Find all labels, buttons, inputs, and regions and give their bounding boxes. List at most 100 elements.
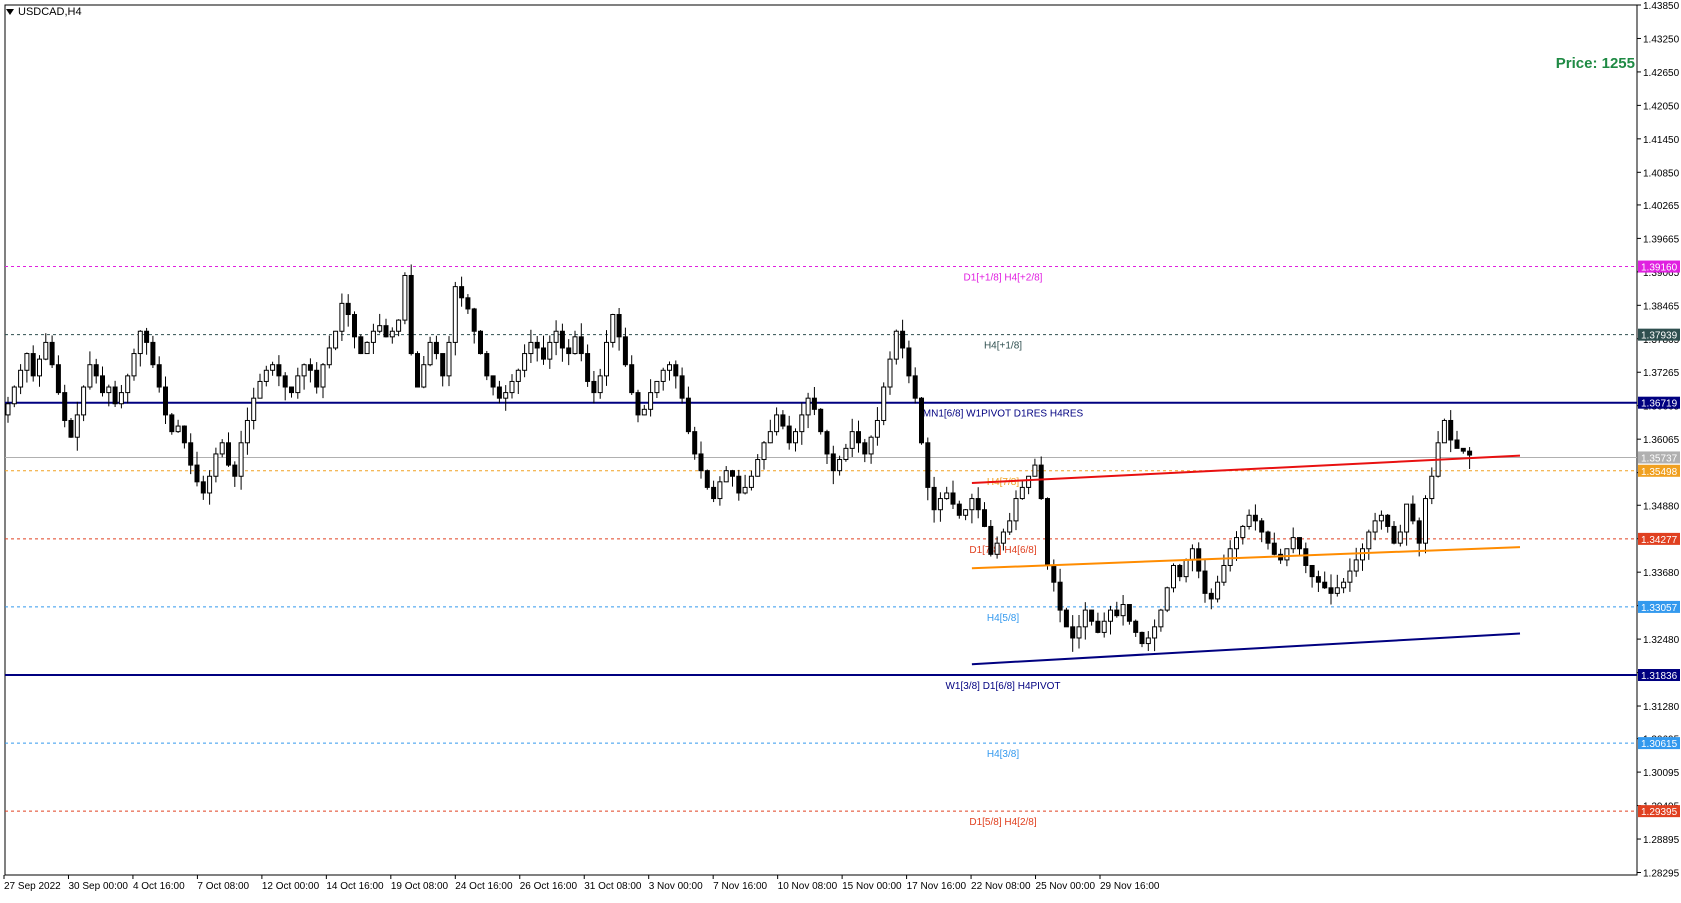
candle	[629, 355, 635, 395]
candle-body	[1265, 531, 1271, 544]
candle	[799, 402, 805, 445]
candle-body	[1108, 609, 1113, 622]
candle-body	[402, 274, 408, 321]
candle-body	[112, 386, 118, 405]
candle-body	[541, 347, 546, 360]
candle-body	[711, 486, 717, 500]
candlestick-chart: D1[+1/8] H4[+2/8] H4[+1/8] MN1[6/8] W1PIVO…	[0, 0, 1681, 898]
candle-body	[1234, 537, 1239, 550]
candle	[578, 323, 584, 362]
candle-body	[1076, 626, 1082, 639]
candle	[660, 367, 666, 391]
candle	[541, 335, 546, 365]
candle-body	[263, 369, 269, 382]
candle-body	[93, 364, 99, 377]
candle-body	[1353, 559, 1359, 572]
candle-body	[597, 375, 603, 394]
candle	[112, 380, 118, 407]
candle	[427, 336, 433, 367]
candle	[408, 264, 414, 356]
x-tick-label: 7 Oct 08:00	[197, 881, 249, 892]
candle-body	[1341, 581, 1347, 589]
candle-body	[950, 492, 956, 505]
candle-body	[1404, 503, 1410, 533]
candle	[1265, 530, 1271, 550]
candle-body	[1378, 514, 1384, 522]
candle	[326, 335, 332, 369]
candle	[1013, 490, 1019, 531]
price-tag-text: 1.33057	[1641, 603, 1678, 614]
candle-body	[320, 364, 326, 388]
candle-body	[74, 414, 80, 438]
candle-body	[188, 442, 194, 466]
level-label: MN1[6/8] W1PIVOT D1RES H4RES	[923, 409, 1084, 420]
candle-body	[1366, 531, 1372, 550]
candle	[169, 413, 175, 435]
candle	[1208, 588, 1214, 610]
candle	[1234, 531, 1239, 561]
candle	[1120, 595, 1126, 626]
candle	[207, 470, 213, 505]
candle	[200, 475, 206, 500]
candle	[937, 492, 943, 522]
candle-body	[333, 330, 339, 349]
candle-body	[175, 425, 181, 433]
candle-body	[1183, 559, 1189, 578]
candle-body	[622, 336, 628, 366]
candle-body	[610, 314, 616, 343]
candle	[704, 469, 710, 490]
candle-body	[213, 453, 219, 477]
candle-body	[1259, 520, 1265, 533]
candle	[874, 407, 880, 446]
y-tick-label: 1.31280	[1643, 702, 1680, 713]
candle	[711, 480, 717, 503]
candle-body	[169, 414, 175, 433]
candle-body	[641, 408, 647, 416]
candle	[988, 519, 994, 557]
candle	[553, 320, 559, 356]
symbol-title[interactable]: USDCAD,H4	[6, 6, 82, 18]
candle-body	[295, 375, 301, 394]
price-tag-text: 1.37939	[1641, 331, 1678, 342]
candle	[956, 500, 962, 519]
candle	[591, 370, 597, 404]
candle-body	[1460, 447, 1466, 452]
candle-body	[830, 453, 836, 472]
candle	[1032, 458, 1038, 477]
x-tick-label: 19 Oct 08:00	[391, 881, 449, 892]
candle	[761, 441, 767, 470]
candle	[881, 382, 887, 426]
candle	[282, 372, 288, 401]
candle-body	[1309, 564, 1315, 578]
candle	[251, 387, 257, 430]
candle-body	[1145, 637, 1151, 645]
candle-body	[811, 397, 817, 410]
candle-body	[780, 414, 786, 427]
candle-body	[1372, 520, 1378, 533]
candle	[1240, 524, 1246, 545]
candle-body	[471, 308, 477, 332]
candle	[62, 384, 68, 428]
candle-body	[307, 364, 313, 371]
chevron-down-icon[interactable]	[6, 9, 14, 15]
candle	[509, 374, 515, 399]
candle	[1385, 514, 1391, 533]
candle-body	[339, 302, 345, 332]
candle-body	[326, 347, 332, 366]
y-tick-label: 1.40265	[1643, 201, 1680, 212]
candle-body	[433, 341, 439, 355]
candle-body	[1441, 419, 1447, 444]
y-tick-label: 1.42650	[1643, 68, 1680, 79]
candle-body	[862, 442, 868, 455]
candle	[1252, 504, 1258, 531]
candle	[925, 437, 931, 501]
candle-body	[1164, 587, 1170, 611]
candle	[919, 396, 924, 445]
candle	[547, 335, 553, 369]
candle-body	[1240, 525, 1246, 539]
candle	[610, 313, 616, 348]
candle	[238, 430, 244, 490]
y-tick-label: 1.43850	[1643, 1, 1680, 12]
candle-body	[1303, 548, 1309, 566]
price-tag-text: 1.35498	[1641, 467, 1678, 478]
